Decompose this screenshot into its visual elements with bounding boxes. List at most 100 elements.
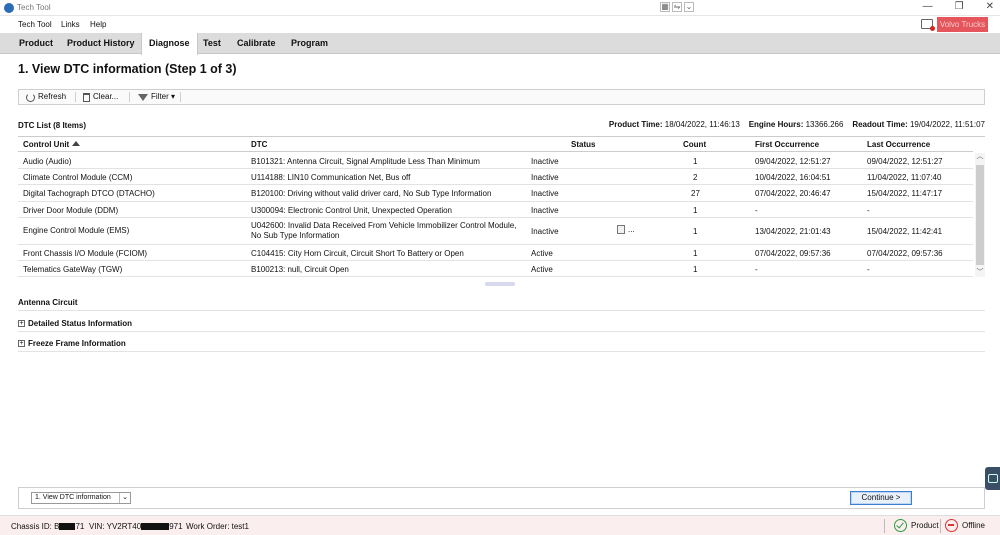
swap-icon[interactable]: ⇋	[672, 2, 682, 12]
cell-control-unit: Digital Tachograph DTCO (DTACHO)	[23, 189, 155, 198]
network-status-label: Offline	[962, 521, 985, 530]
table-scrollbar[interactable]: ︿ ﹀	[975, 153, 985, 277]
messages-icon[interactable]	[921, 19, 935, 31]
cell-control-unit: Engine Control Module (EMS)	[23, 226, 130, 235]
chevron-down-icon[interactable]: ⌄	[684, 2, 694, 12]
col-header-dtc[interactable]: DTC	[251, 140, 267, 149]
cell-control-unit: Front Chassis I/O Module (FCIOM)	[23, 249, 148, 258]
cell-last-occurrence: 15/04/2022, 11:47:17	[867, 189, 943, 198]
engine-hours-label: Engine Hours:	[748, 120, 804, 129]
cell-dtc: U042600: Invalid Data Received From Vehi…	[251, 221, 517, 240]
tab-test[interactable]: Test	[196, 33, 228, 54]
network-status[interactable]: Offline	[945, 519, 985, 532]
menu-tech-tool[interactable]: Tech Tool	[18, 20, 52, 29]
cell-count: 1	[693, 265, 698, 274]
dtc-list-count: DTC List (8 Items)	[18, 121, 87, 130]
cell-count: 27	[691, 189, 700, 198]
cell-first-occurrence: 07/04/2022, 09:57:36	[755, 249, 831, 258]
layout-icon[interactable]: ▦	[660, 2, 670, 12]
cell-last-occurrence: -	[867, 265, 870, 274]
expander-freeze-frame[interactable]: + Freeze Frame Information	[18, 339, 126, 348]
title-mid-controls: ▦ ⇋ ⌄	[660, 2, 694, 12]
cell-status: Active	[531, 249, 553, 258]
cell-last-occurrence: 07/04/2022, 09:57:36	[867, 249, 943, 258]
cell-dtc: B100213: null, Circuit Open	[251, 265, 349, 274]
work-order: Work Order: test1	[186, 522, 249, 531]
check-circle-icon	[894, 519, 907, 532]
tab-product[interactable]: Product	[12, 33, 60, 54]
scroll-down-icon[interactable]: ﹀	[976, 269, 984, 277]
cell-status: Inactive	[531, 227, 559, 236]
expander-label: Detailed Status Information	[28, 319, 133, 328]
col-header-count[interactable]: Count	[683, 140, 706, 149]
close-icon[interactable]: ✕	[986, 1, 994, 12]
step-select-value: 1. View DTC information	[35, 494, 111, 501]
brand-badge: Volvo Trucks	[937, 17, 988, 32]
product-connection-status[interactable]: Product	[894, 519, 939, 532]
detail-title: Antenna Circuit	[18, 298, 78, 307]
filter-label: Filter ▾	[151, 92, 176, 101]
cell-last-occurrence: 15/04/2022, 11:42:41	[867, 227, 943, 236]
col-header-first-occurrence[interactable]: First Occurrence	[755, 140, 819, 149]
col-header-status[interactable]: Status	[571, 140, 595, 149]
app-logo-icon	[4, 3, 14, 13]
cell-status: Inactive	[531, 189, 559, 198]
step-navigation: 1. View DTC information ⌄ Continue >	[18, 487, 985, 509]
col-header-control-unit[interactable]: Control Unit	[23, 140, 81, 149]
table-row[interactable]: Audio (Audio) B101321: Antenna Circuit, …	[18, 153, 973, 169]
scrollbar-thumb[interactable]	[976, 165, 984, 265]
dtc-table: Control Unit DTC Status Count First Occu…	[18, 136, 985, 277]
continue-button[interactable]: Continue >	[850, 491, 912, 505]
expander-detailed-status[interactable]: + Detailed Status Information	[18, 319, 132, 328]
document-icon	[617, 225, 625, 234]
tab-program[interactable]: Program	[284, 33, 335, 54]
filter-button[interactable]: Filter ▾	[134, 90, 179, 104]
scroll-up-icon[interactable]: ︿	[976, 153, 984, 161]
cell-count: 1	[693, 206, 698, 215]
readout-time-value: 19/04/2022, 11:51:07	[909, 120, 985, 129]
title-bar: Tech Tool ▦ ⇋ ⌄ — ❐ ✕	[0, 0, 1000, 16]
side-panel-toggle-icon[interactable]	[985, 467, 1000, 490]
table-row[interactable]: Front Chassis I/O Module (FCIOM) C104415…	[18, 245, 973, 261]
toolbar-divider	[180, 92, 181, 102]
trash-icon	[83, 92, 90, 102]
readout-stats: Product Time: 18/04/2022, 11:46:13 Engin…	[609, 120, 985, 129]
engine-hours-value: 13366.266	[805, 120, 844, 129]
cell-count: 2	[693, 173, 698, 182]
vin: VIN: YV2RT40 971	[89, 522, 183, 531]
table-row[interactable]: Digital Tachograph DTCO (DTACHO) B120100…	[18, 185, 973, 202]
redaction-block	[59, 523, 76, 530]
table-row[interactable]: Driver Door Module (DDM) U300094: Electr…	[18, 202, 973, 218]
menu-links[interactable]: Links	[61, 20, 80, 29]
cell-last-occurrence: -	[867, 206, 870, 215]
step-select[interactable]: 1. View DTC information ⌄	[31, 492, 131, 504]
cell-count: 1	[693, 157, 698, 166]
chevron-down-icon: ⌄	[119, 493, 130, 503]
panel-splitter-handle[interactable]	[485, 282, 515, 286]
cell-status: Active	[531, 265, 553, 274]
table-row[interactable]: Telematics GateWay (TGW) B100213: null, …	[18, 261, 973, 277]
col-header-last-occurrence[interactable]: Last Occurrence	[867, 140, 930, 149]
page-title: 1. View DTC information (Step 1 of 3)	[18, 62, 237, 76]
refresh-button[interactable]: Refresh	[22, 90, 70, 104]
freeze-frame-note-button[interactable]: ...	[617, 225, 635, 234]
minimize-icon[interactable]: —	[923, 1, 933, 12]
product-time-label: Product Time:	[608, 120, 663, 129]
cell-count: 1	[693, 249, 698, 258]
tab-product-history[interactable]: Product History	[60, 33, 142, 54]
table-row[interactable]: Engine Control Module (EMS) U042600: Inv…	[18, 218, 973, 245]
toolbar-divider	[129, 92, 130, 102]
cell-first-occurrence: 07/04/2022, 20:46:47	[755, 189, 831, 198]
table-row[interactable]: Climate Control Module (CCM) U114188: LI…	[18, 169, 973, 185]
expander-label: Freeze Frame Information	[28, 339, 126, 348]
clear-button[interactable]: Clear...	[79, 90, 122, 104]
menu-help[interactable]: Help	[90, 20, 106, 29]
readout-time-label: Readout Time:	[852, 120, 908, 129]
window-title: Tech Tool	[17, 3, 51, 12]
cell-control-unit: Climate Control Module (CCM)	[23, 173, 133, 182]
tab-diagnose[interactable]: Diagnose	[141, 33, 198, 55]
plus-icon: +	[18, 340, 25, 347]
tab-calibrate[interactable]: Calibrate	[230, 33, 283, 54]
redaction-block	[141, 523, 170, 530]
restore-icon[interactable]: ❐	[955, 1, 964, 12]
